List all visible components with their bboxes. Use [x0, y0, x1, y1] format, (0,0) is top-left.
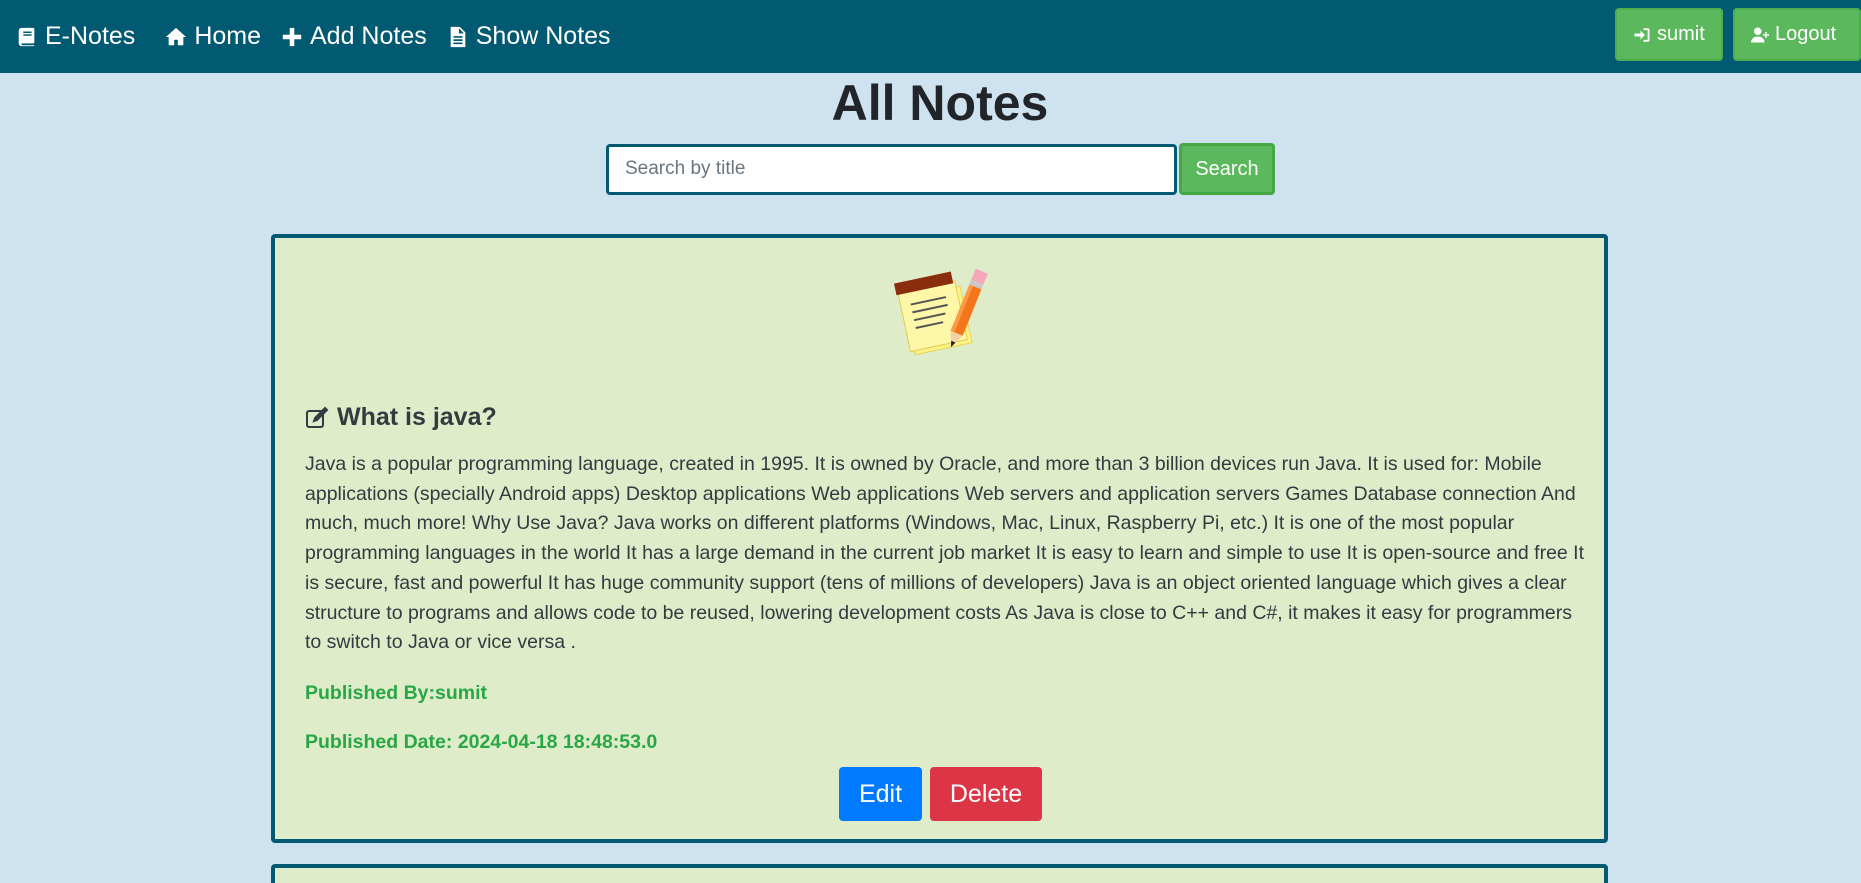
logout-label: Logout — [1775, 23, 1837, 45]
nav-show-notes-link[interactable]: Show Notes — [447, 22, 611, 51]
search-input[interactable] — [606, 143, 1177, 195]
note-card: What is java? Java is a popular programm… — [271, 234, 1608, 843]
note-actions: Edit Delete — [839, 767, 1042, 821]
page-title: All Notes — [831, 75, 1049, 131]
brand-label: E-Notes — [45, 22, 136, 50]
plus-icon — [282, 27, 302, 46]
nav-user-actions: sumit Logout — [1615, 8, 1861, 61]
nav-add-notes-link[interactable]: Add Notes — [281, 22, 427, 51]
delete-button[interactable]: Delete — [930, 767, 1042, 821]
note-title-text: What is java? — [337, 403, 497, 431]
file-text-icon — [450, 26, 466, 47]
search-button[interactable]: Search — [1179, 143, 1275, 195]
notepad-pencil-image — [894, 268, 988, 356]
note-card — [271, 864, 1608, 883]
search-form: Search — [606, 143, 1275, 195]
sign-in-icon — [1634, 27, 1650, 42]
navbar: E-Notes Home Add Notes Show Notes sumit … — [0, 0, 1861, 73]
note-date: Published Date: 2024-04-18 18:48:53.0 — [305, 731, 658, 753]
book-icon — [18, 27, 35, 46]
note-author: Published By:sumit — [305, 682, 488, 704]
note-title: What is java? — [305, 403, 497, 432]
user-button[interactable]: sumit — [1615, 8, 1723, 61]
nav-add-notes-label: Add Notes — [310, 22, 427, 50]
logout-button[interactable]: Logout — [1733, 8, 1861, 61]
brand-link[interactable]: E-Notes — [16, 22, 135, 51]
user-plus-icon — [1751, 27, 1769, 42]
nav-home-label: Home — [194, 22, 261, 50]
user-label: sumit — [1657, 23, 1705, 45]
nav-show-notes-label: Show Notes — [475, 22, 611, 50]
note-content: Java is a popular programming language, … — [305, 453, 1585, 654]
nav-home-link[interactable]: Home — [165, 22, 261, 51]
edit-button[interactable]: Edit — [839, 767, 922, 821]
home-icon — [166, 27, 187, 45]
edit-icon — [306, 406, 329, 428]
